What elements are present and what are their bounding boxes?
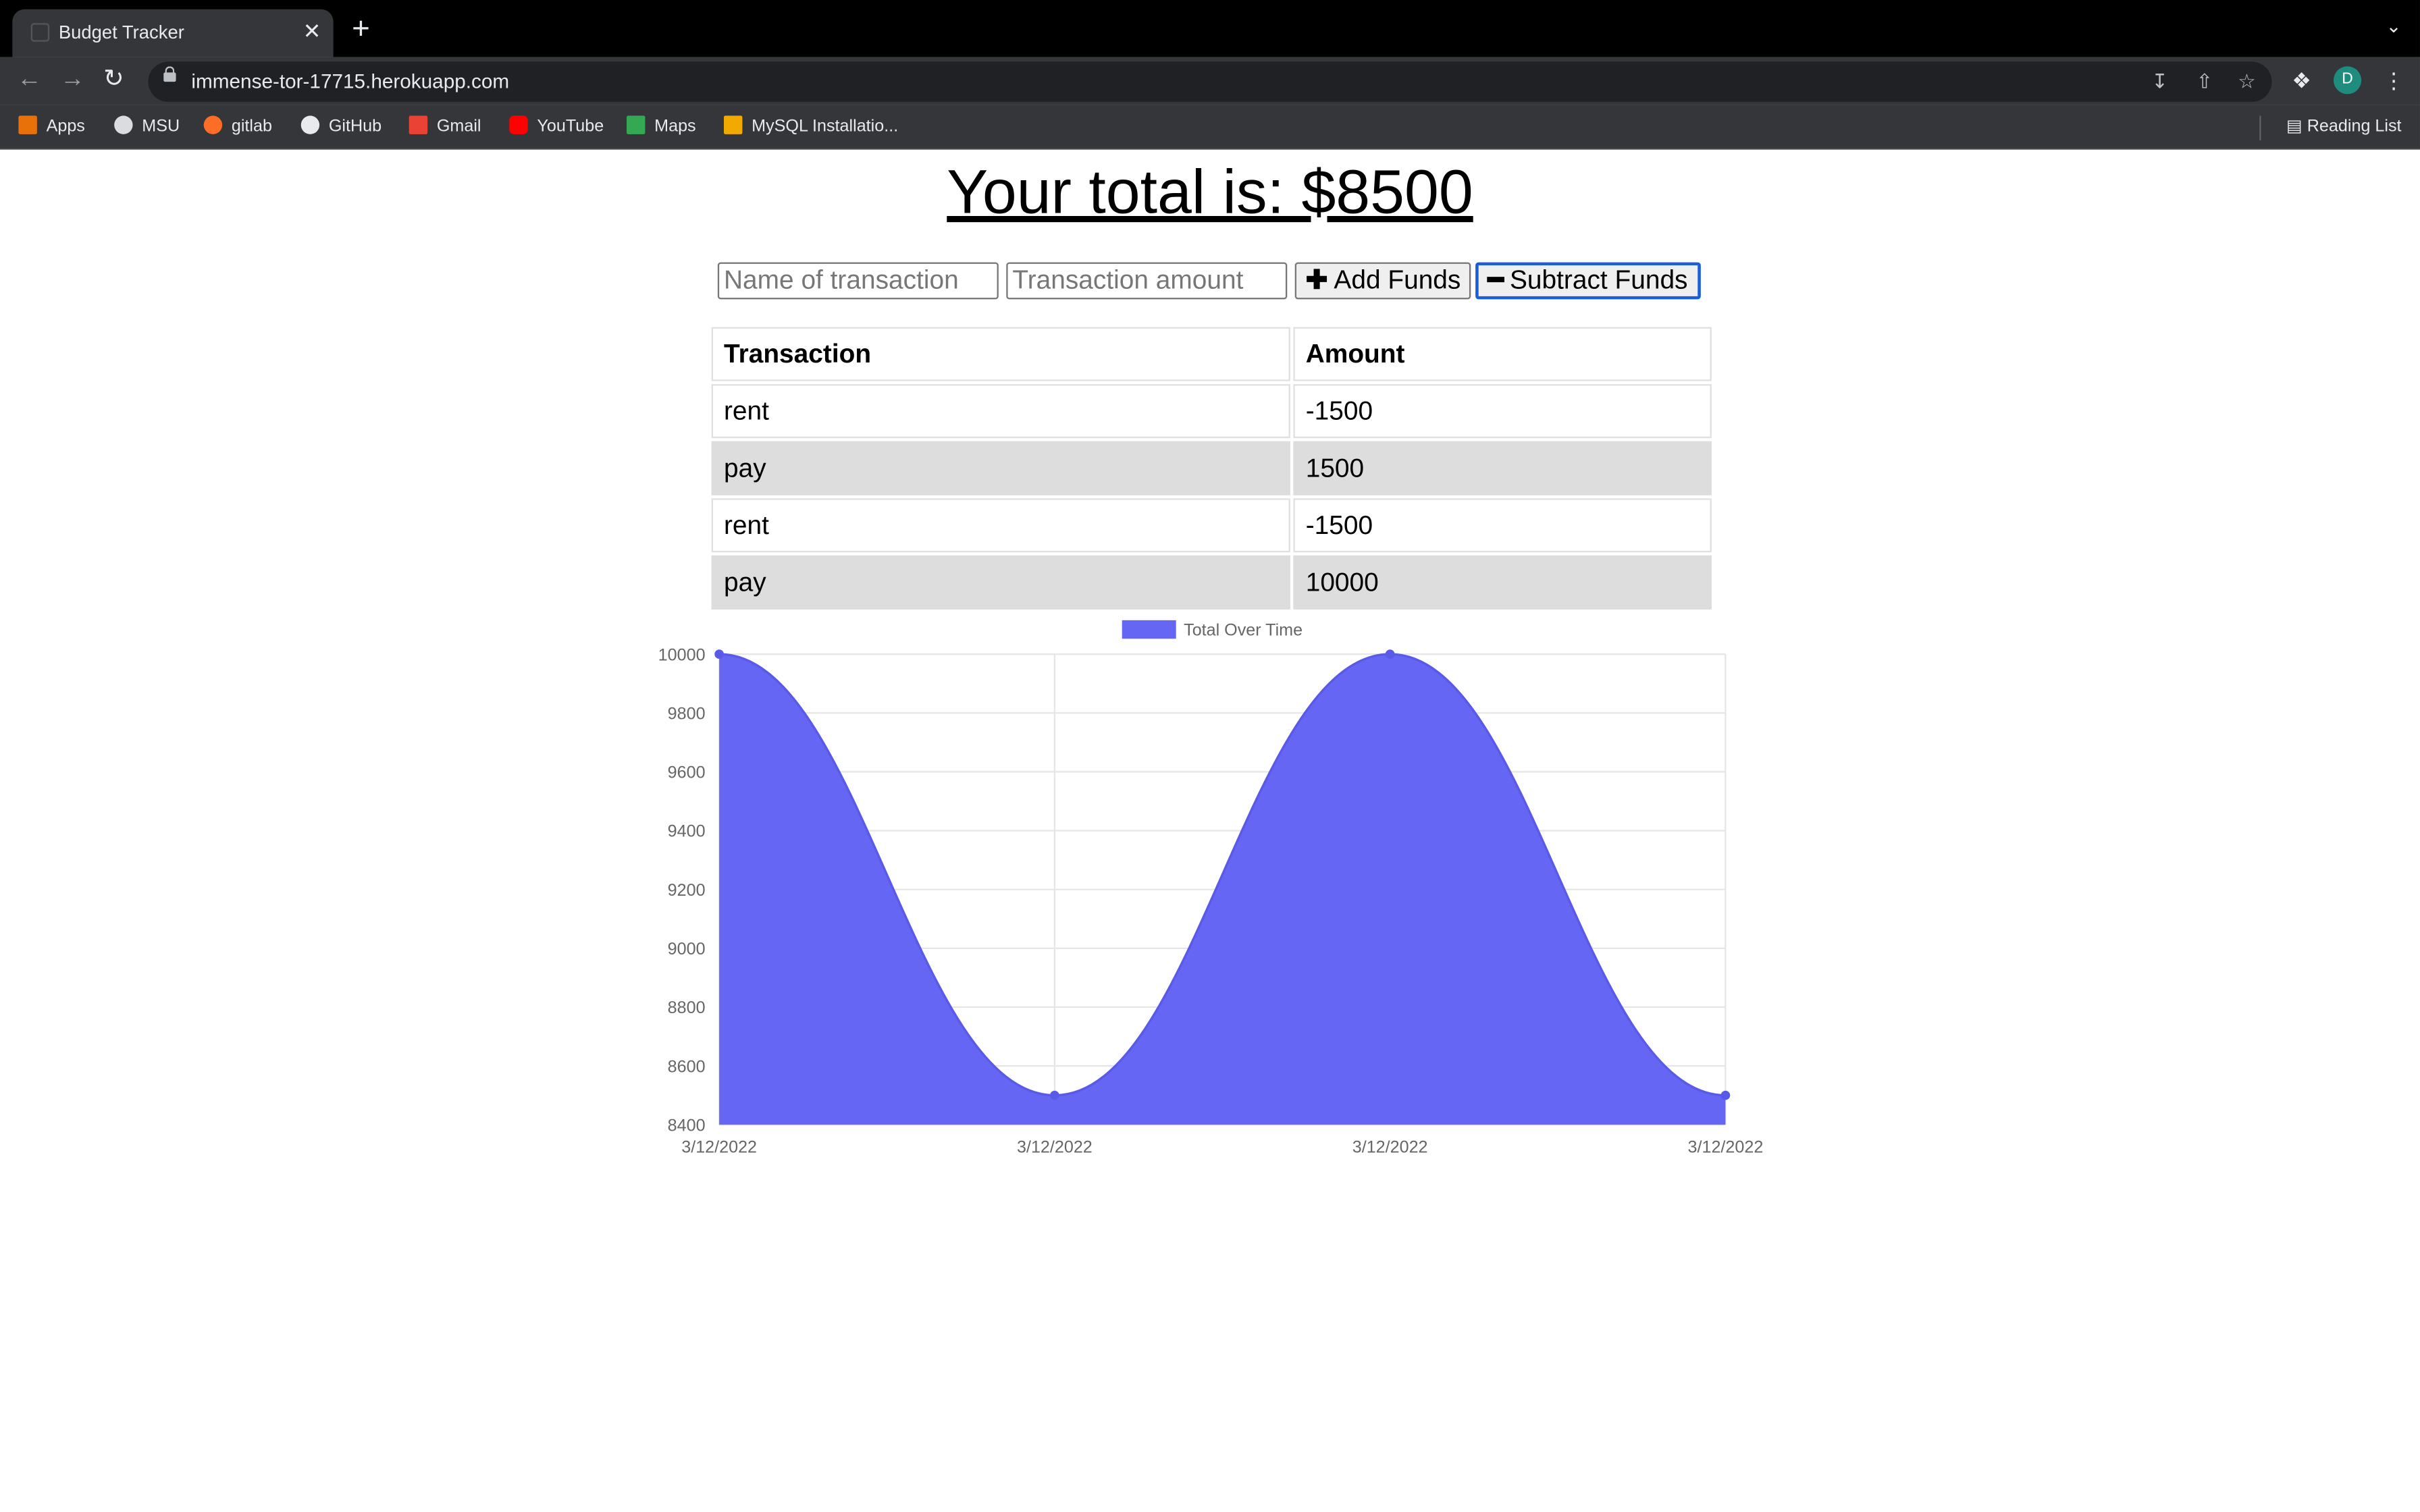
bookmarks-divider	[2259, 115, 2261, 140]
minus-icon: ━	[1488, 265, 1504, 295]
youtube-icon	[509, 115, 528, 134]
github-icon	[300, 115, 320, 134]
new-tab-icon[interactable]: +	[352, 14, 370, 45]
transaction-amount-cell: 10000	[1293, 555, 1712, 610]
tab-strip: Budget Tracker ✕ + ⌄	[0, 0, 2420, 57]
bookmark-apps[interactable]: Apps	[18, 115, 85, 136]
transaction-name-input[interactable]	[717, 262, 999, 300]
y-tick-label: 10000	[658, 645, 706, 664]
table-row: rent -1500	[711, 384, 1712, 439]
profile-avatar[interactable]: D	[2333, 66, 2362, 94]
x-tick-label: 3/12/2022	[1352, 1137, 1428, 1156]
extensions-puzzle-icon[interactable]: ❖	[2292, 68, 2311, 94]
y-tick-label: 8400	[668, 1116, 706, 1135]
bookmarks-bar: Apps MSU gitlab GitHub Gmail YouTube Map…	[0, 105, 2420, 150]
data-point	[1050, 1090, 1059, 1100]
bookmark-gmail[interactable]: Gmail	[409, 115, 481, 136]
data-point	[1720, 1090, 1731, 1100]
page-content: Your total is: $8500 ✚Add Funds ━Subtrac…	[0, 149, 2420, 1512]
y-tick-label: 9400	[668, 822, 706, 841]
bookmark-youtube[interactable]: YouTube	[509, 115, 604, 136]
globe-icon	[114, 115, 133, 134]
more-menu-icon[interactable]: ⋮	[2383, 68, 2404, 94]
browser-toolbar: ← → ↻ immense-tor-17715.herokuapp.com ↧ …	[0, 57, 2420, 105]
tab-title: Budget Tracker	[58, 21, 184, 43]
transaction-amount-cell: -1500	[1293, 498, 1712, 553]
url-text: immense-tor-17715.herokuapp.com	[191, 69, 510, 93]
bookmark-mysql[interactable]: MySQL Installatio...	[723, 115, 898, 136]
transaction-name-cell: pay	[711, 441, 1290, 495]
column-header-transaction: Transaction	[711, 327, 1290, 381]
data-point	[714, 649, 724, 659]
transaction-amount-cell: -1500	[1293, 384, 1712, 439]
transaction-amount-cell: 1500	[1293, 441, 1712, 495]
bookmark-gitlab[interactable]: gitlab	[203, 115, 272, 136]
transaction-amount-input[interactable]	[1006, 262, 1288, 300]
reading-list[interactable]: ▤ Reading List	[2286, 115, 2402, 136]
tab-budget-tracker[interactable]: Budget Tracker ✕	[12, 9, 334, 57]
total-heading: Your total is: $8500	[947, 159, 1473, 227]
bookmark-msu[interactable]: MSU	[114, 115, 180, 136]
page-favicon-icon	[30, 23, 50, 42]
x-tick-label: 3/12/2022	[681, 1137, 757, 1156]
reload-icon[interactable]: ↻	[103, 66, 124, 94]
transaction-name-cell: rent	[711, 498, 1290, 553]
transactions-table: Transaction Amount rent -1500 pay 1500 r…	[708, 324, 1714, 612]
forward-arrow-icon[interactable]: →	[60, 66, 85, 94]
gitlab-icon	[203, 115, 223, 134]
add-funds-button[interactable]: ✚ Add Funds	[1294, 262, 1472, 300]
maps-icon	[626, 115, 646, 134]
address-bar[interactable]: immense-tor-17715.herokuapp.com ↧ ⇧ ☆	[148, 61, 2272, 102]
gmail-icon	[409, 115, 428, 134]
data-point	[1385, 649, 1395, 659]
close-tab-icon[interactable]: ✕	[303, 18, 321, 43]
y-tick-label: 9600	[668, 763, 706, 782]
x-tick-label: 3/12/2022	[1017, 1137, 1093, 1156]
transaction-name-cell: pay	[711, 555, 1290, 610]
table-row: pay 10000	[711, 555, 1712, 610]
tab-search-chevron-icon[interactable]: ⌄	[2386, 16, 2402, 37]
install-app-icon[interactable]: ↧	[2151, 70, 2168, 94]
table-row: rent -1500	[711, 498, 1712, 553]
y-tick-label: 9000	[668, 940, 706, 959]
y-tick-label: 8600	[668, 1057, 706, 1076]
bookmark-maps[interactable]: Maps	[626, 115, 696, 136]
plus-icon: ✚	[1305, 265, 1328, 295]
x-tick-label: 3/12/2022	[1688, 1137, 1764, 1156]
y-tick-label: 9800	[668, 704, 706, 723]
mysql-doc-icon	[723, 115, 743, 134]
bookmark-star-icon[interactable]: ☆	[2238, 70, 2256, 94]
back-arrow-icon[interactable]: ←	[17, 66, 42, 94]
bookmark-github[interactable]: GitHub	[300, 115, 382, 136]
y-tick-label: 8800	[668, 998, 706, 1017]
apps-grid-icon	[18, 115, 37, 134]
reading-list-icon: ▤	[2286, 117, 2307, 136]
subtract-funds-button[interactable]: ━ Subtract Funds	[1475, 262, 1700, 300]
column-header-amount: Amount	[1293, 327, 1712, 381]
share-icon[interactable]: ⇧	[2197, 70, 2213, 94]
y-tick-label: 9200	[668, 881, 706, 900]
table-header-row: Transaction Amount	[711, 327, 1712, 381]
total-over-time-chart: 10000 9800 9600 9400 9200 9000 8800 8600 8400 3/1…	[658, 620, 1764, 1156]
legend-swatch	[1122, 620, 1176, 639]
lock-icon	[163, 66, 176, 82]
legend-label: Total Over Time	[1184, 621, 1303, 640]
transaction-name-cell: rent	[711, 384, 1290, 439]
table-row: pay 1500	[711, 441, 1712, 495]
